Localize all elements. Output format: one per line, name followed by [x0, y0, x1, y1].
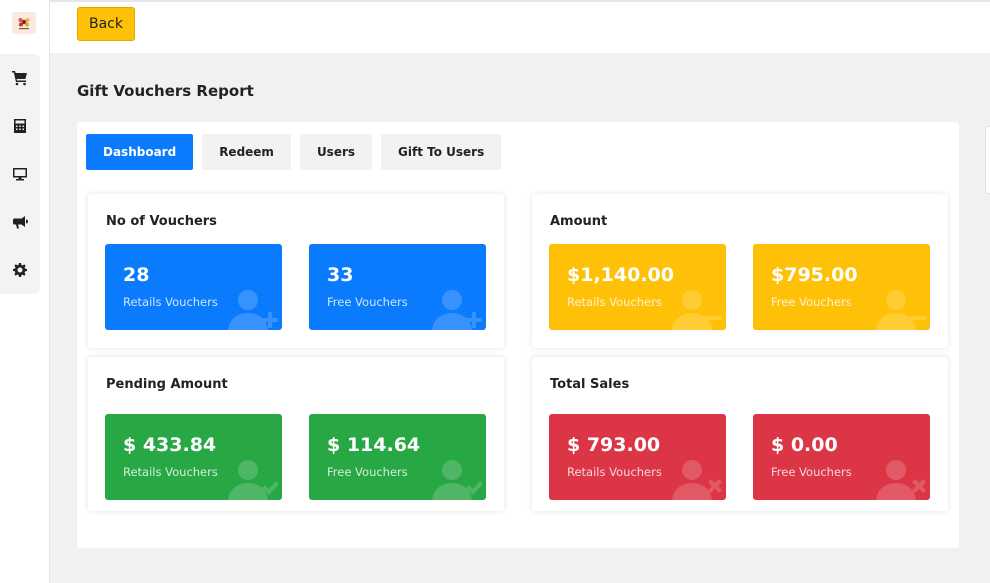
- card-label: Retails Vouchers: [123, 295, 218, 309]
- user-minus-icon: [670, 288, 722, 330]
- section-title: Pending Amount: [106, 377, 228, 392]
- gear-icon: [13, 263, 27, 277]
- user-plus-icon: [430, 288, 482, 330]
- card-value: 33: [327, 264, 354, 286]
- top-bar: Back: [50, 0, 990, 53]
- report-panel: Dashboard Redeem Users Gift To Users No …: [77, 122, 959, 548]
- sidebar-item-settings[interactable]: [0, 246, 40, 294]
- user-times-icon: [874, 458, 926, 500]
- retail-vouchers-card: 28 Retails Vouchers: [105, 244, 282, 330]
- user-minus-icon: [874, 288, 926, 330]
- free-vouchers-card: 33 Free Vouchers: [309, 244, 486, 330]
- card-value: $795.00: [771, 264, 858, 286]
- user-check-icon: [430, 458, 483, 500]
- card-value: $ 114.64: [327, 434, 421, 456]
- page-title: Gift Vouchers Report: [77, 82, 254, 100]
- section-title: Total Sales: [550, 377, 630, 392]
- card-value: 28: [123, 264, 150, 286]
- card-value: $ 433.84: [123, 434, 217, 456]
- free-amount-card: $795.00 Free Vouchers: [753, 244, 930, 330]
- user-plus-icon: [226, 288, 278, 330]
- total-sales-section: Total Sales $ 793.00 Retails Vouchers $ …: [532, 357, 948, 511]
- retail-sales-card: $ 793.00 Retails Vouchers: [549, 414, 726, 500]
- sidebar-item-cart[interactable]: [0, 54, 40, 102]
- side-panel-edge[interactable]: [985, 126, 990, 194]
- tab-users[interactable]: Users: [299, 134, 373, 170]
- user-times-icon: [670, 458, 722, 500]
- retail-amount-card: $1,140.00 Retails Vouchers: [549, 244, 726, 330]
- card-label: Retails Vouchers: [567, 295, 662, 309]
- sidebar-item-monitor[interactable]: [0, 150, 40, 198]
- user-check-icon: [226, 458, 279, 500]
- back-button[interactable]: Back: [77, 7, 135, 41]
- megaphone-icon: [13, 216, 28, 229]
- sidebar-item-calculator[interactable]: [0, 102, 40, 150]
- retail-pending-card: $ 433.84 Retails Vouchers: [105, 414, 282, 500]
- flower-logo-icon[interactable]: [12, 12, 36, 34]
- card-label: Retails Vouchers: [567, 465, 662, 479]
- cart-icon: [12, 71, 27, 86]
- card-value: $1,140.00: [567, 264, 674, 286]
- sidebar-item-megaphone[interactable]: [0, 198, 40, 246]
- free-pending-card: $ 114.64 Free Vouchers: [309, 414, 486, 500]
- card-value: $ 793.00: [567, 434, 661, 456]
- pending-amount-section: Pending Amount $ 433.84 Retails Vouchers…: [88, 357, 504, 511]
- section-title: No of Vouchers: [106, 214, 217, 229]
- card-label: Retails Vouchers: [123, 465, 218, 479]
- sidebar: [0, 0, 50, 583]
- amount-section: Amount $1,140.00 Retails Vouchers $795.0…: [532, 194, 948, 348]
- monitor-icon: [13, 168, 27, 181]
- card-label: Free Vouchers: [771, 295, 852, 309]
- card-label: Free Vouchers: [771, 465, 852, 479]
- report-tabs: Dashboard Redeem Users Gift To Users: [86, 134, 502, 170]
- card-value: $ 0.00: [771, 434, 838, 456]
- tab-gift-to-users[interactable]: Gift To Users: [381, 134, 502, 170]
- card-label: Free Vouchers: [327, 465, 408, 479]
- card-label: Free Vouchers: [327, 295, 408, 309]
- tab-dashboard[interactable]: Dashboard: [86, 134, 194, 170]
- free-sales-card: $ 0.00 Free Vouchers: [753, 414, 930, 500]
- vouchers-section: No of Vouchers 28 Retails Vouchers 33 Fr…: [88, 194, 504, 348]
- tab-redeem[interactable]: Redeem: [202, 134, 291, 170]
- calculator-icon: [14, 119, 26, 133]
- sidebar-menu: [0, 54, 40, 294]
- section-title: Amount: [550, 214, 608, 229]
